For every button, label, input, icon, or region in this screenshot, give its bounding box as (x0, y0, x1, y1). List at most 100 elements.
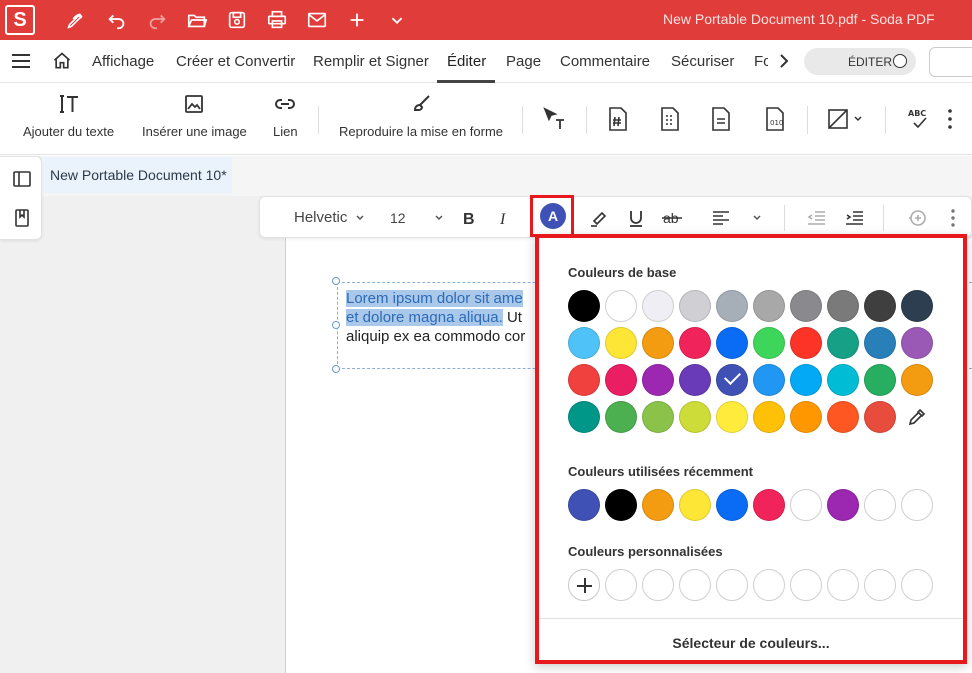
bates-numbering-icon[interactable] (605, 106, 631, 132)
menu-creer-convertir[interactable]: Créer et Convertir (176, 53, 295, 70)
add-icon[interactable] (343, 6, 371, 34)
italic-icon[interactable]: I (494, 207, 516, 229)
color-swatch[interactable] (642, 401, 674, 433)
resize-handle[interactable] (332, 321, 340, 329)
edit-mode-toggle[interactable]: ÉDITER (804, 48, 916, 75)
more-options-icon[interactable] (950, 208, 956, 228)
increase-indent-icon[interactable] (843, 207, 865, 229)
recent-color-swatch[interactable] (716, 489, 748, 521)
recent-color-swatch[interactable] (679, 489, 711, 521)
custom-color-slot[interactable] (790, 569, 822, 601)
menu-remplir-signer[interactable]: Remplir et Signer (313, 53, 429, 70)
mail-icon[interactable] (303, 6, 331, 34)
color-swatch[interactable] (605, 327, 637, 359)
add-circle-icon[interactable] (906, 207, 928, 229)
color-swatch[interactable] (568, 290, 600, 322)
chevron-down-icon[interactable] (434, 213, 444, 223)
color-swatch[interactable] (901, 364, 933, 396)
color-swatch[interactable] (864, 401, 896, 433)
format-painter-button[interactable]: Reproduire la mise en forme (339, 92, 503, 139)
link-button[interactable]: Lien (273, 92, 298, 139)
color-swatch[interactable] (716, 401, 748, 433)
resize-handle[interactable] (332, 365, 340, 373)
color-swatch[interactable] (605, 364, 637, 396)
color-swatch[interactable] (827, 290, 859, 322)
color-swatch[interactable] (864, 290, 896, 322)
recent-color-swatch[interactable] (827, 489, 859, 521)
custom-color-slot[interactable] (901, 569, 933, 601)
color-swatch[interactable] (716, 327, 748, 359)
watermark-icon[interactable] (708, 106, 734, 132)
redo-icon[interactable] (143, 6, 171, 34)
menu-securiser[interactable]: Sécuriser (671, 53, 734, 70)
add-custom-color-button[interactable] (568, 569, 600, 601)
undo-icon[interactable] (103, 6, 131, 34)
text-color-button[interactable]: A (540, 203, 566, 229)
header-footer-icon[interactable] (657, 106, 683, 132)
bookmark-icon[interactable] (12, 208, 32, 228)
color-swatch[interactable] (642, 290, 674, 322)
color-swatch[interactable] (790, 327, 822, 359)
color-swatch[interactable] (679, 327, 711, 359)
color-selector-button[interactable]: Sélecteur de couleurs... (539, 635, 963, 651)
color-swatch[interactable] (605, 290, 637, 322)
print-icon[interactable] (263, 6, 291, 34)
custom-color-slot[interactable] (679, 569, 711, 601)
highlight-icon[interactable] (588, 207, 610, 229)
recent-color-swatch[interactable] (753, 489, 785, 521)
home-icon[interactable] (52, 51, 72, 71)
color-swatch[interactable] (827, 327, 859, 359)
color-swatch[interactable] (753, 401, 785, 433)
dropdown-icon[interactable] (383, 6, 411, 34)
recent-color-swatch[interactable] (790, 489, 822, 521)
recent-color-swatch[interactable] (864, 489, 896, 521)
color-swatch[interactable] (864, 327, 896, 359)
eyedropper-icon[interactable] (901, 401, 933, 433)
align-left-icon[interactable] (710, 207, 732, 229)
color-swatch[interactable] (716, 290, 748, 322)
underline-icon[interactable] (625, 207, 647, 229)
custom-color-slot[interactable] (642, 569, 674, 601)
color-swatch[interactable] (605, 401, 637, 433)
recent-color-swatch[interactable] (642, 489, 674, 521)
select-text-tool-icon[interactable] (541, 106, 567, 132)
color-swatch[interactable] (790, 290, 822, 322)
recent-color-swatch[interactable] (568, 489, 600, 521)
chevron-down-icon[interactable] (752, 213, 762, 223)
color-swatch[interactable] (679, 401, 711, 433)
sidebar-toggle-icon[interactable] (12, 169, 32, 189)
color-swatch[interactable] (753, 364, 785, 396)
color-swatch[interactable] (753, 327, 785, 359)
color-swatch[interactable] (679, 290, 711, 322)
hamburger-menu-icon[interactable] (12, 54, 30, 68)
save-icon[interactable] (223, 6, 251, 34)
resize-handle[interactable] (332, 277, 340, 285)
recent-color-swatch[interactable] (901, 489, 933, 521)
color-swatch[interactable] (864, 364, 896, 396)
background-color-icon[interactable] (826, 106, 852, 132)
menu-affichage[interactable]: Affichage (92, 53, 154, 70)
menu-formulaires[interactable]: Fo (754, 53, 768, 70)
color-swatch[interactable] (642, 364, 674, 396)
color-swatch[interactable] (901, 327, 933, 359)
chevron-right-icon[interactable] (777, 53, 791, 69)
document-tab[interactable]: New Portable Document 10* (44, 157, 232, 193)
font-size-select[interactable]: 12 (390, 210, 406, 226)
menu-page[interactable]: Page (506, 53, 541, 70)
color-swatch[interactable] (790, 364, 822, 396)
spell-check-icon[interactable]: ABC (906, 106, 932, 132)
strikethrough-icon[interactable]: ab (661, 207, 683, 229)
custom-color-slot[interactable] (864, 569, 896, 601)
color-swatch[interactable] (568, 401, 600, 433)
custom-color-slot[interactable] (827, 569, 859, 601)
chevron-down-icon[interactable] (853, 114, 863, 124)
color-swatch[interactable] (568, 364, 600, 396)
search-input[interactable] (929, 47, 972, 77)
color-swatch[interactable] (716, 364, 748, 396)
color-swatch[interactable] (901, 290, 933, 322)
custom-color-slot[interactable] (753, 569, 785, 601)
page-numbers-icon[interactable]: 010 (762, 106, 788, 132)
decrease-indent-icon[interactable] (805, 207, 827, 229)
more-options-icon[interactable] (947, 108, 953, 130)
color-swatch[interactable] (790, 401, 822, 433)
